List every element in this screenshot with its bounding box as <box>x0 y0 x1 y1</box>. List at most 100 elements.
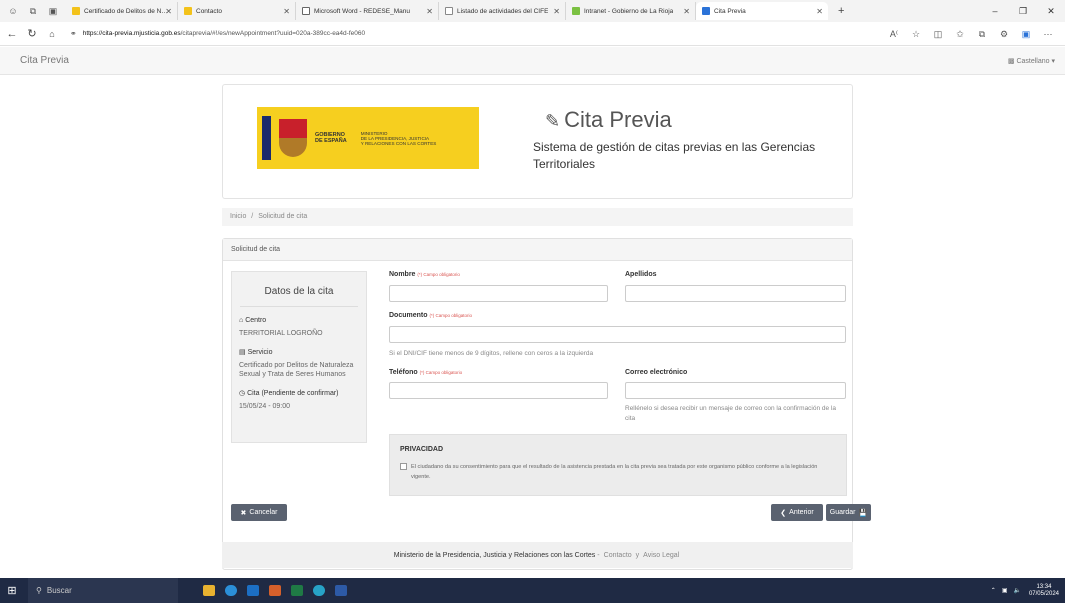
browser-tab-bar: ☺ ⧉ ▣ Certificado de Delitos de Naturale… <box>0 0 1065 22</box>
tab-close-icon[interactable]: ✕ <box>683 7 690 16</box>
clock[interactable]: 13:34 07/05/2024 <box>1029 584 1059 598</box>
apellidos-label: Apellidos <box>625 271 657 278</box>
save-icon: 💾 <box>858 509 868 517</box>
read-aloud-icon[interactable]: A⁽ <box>883 29 905 40</box>
page-content: GOBIERNO DE ESPAÑA MINISTERIO DE LA PRES… <box>0 75 1065 578</box>
nombre-input[interactable] <box>389 285 608 302</box>
contact-link[interactable]: Contacto <box>604 552 632 559</box>
windows-start-icon[interactable]: ⊞ <box>0 578 24 603</box>
volume-icon[interactable]: 🔈 <box>1013 587 1020 594</box>
split-screen-icon[interactable]: ◫ <box>927 29 949 40</box>
tray-chevron-icon[interactable]: ⌃ <box>991 587 996 594</box>
tab-favicon <box>302 7 310 15</box>
extensions-icon[interactable]: ⚙ <box>993 29 1015 40</box>
favorite-star-icon[interactable]: ☆ <box>905 29 927 40</box>
tab-close-icon[interactable]: ✕ <box>283 7 290 16</box>
edge-icon[interactable] <box>308 578 330 603</box>
correo-input[interactable] <box>625 382 846 399</box>
back-icon[interactable]: ← <box>4 28 20 40</box>
taskbar: ⊞ ⚲ Buscar ⌃ ▣ 🔈 13:34 07/05/2024 <box>0 578 1065 603</box>
system-tray: ⌃ ▣ 🔈 13:34 07/05/2024 <box>991 578 1059 603</box>
save-button[interactable]: Guardar 💾 <box>826 504 871 521</box>
tab-listado[interactable]: Listado de actividades del CIFE ✕ <box>439 2 566 20</box>
breadcrumb-current: Solicitud de cita <box>258 213 308 220</box>
browser-toolbar-icons: A⁽ ☆ ◫ ✩ ⧉ ⚙ ▣ ⋯ <box>883 22 1059 46</box>
tab-word[interactable]: Microsoft Word - REDESE_Manu ✕ <box>296 2 439 20</box>
privacy-text: El ciudadano da su consentimiento para q… <box>411 464 818 480</box>
correo-help: Rellénelo si desea recibir un mensaje de… <box>625 405 837 422</box>
maximize-icon[interactable]: ❐ <box>1009 6 1037 17</box>
privacy-checkbox[interactable] <box>400 463 407 470</box>
site-navbar: Cita Previa ▩ Castellano ▾ <box>0 47 1065 75</box>
excel-icon[interactable] <box>286 578 308 603</box>
more-icon[interactable]: ⋯ <box>1037 29 1059 40</box>
taskbar-apps <box>198 578 352 603</box>
cancel-button[interactable]: ✖ Cancelar <box>231 504 287 521</box>
tab-favicon <box>572 7 580 15</box>
tab-cita-previa[interactable]: Cita Previa ✕ <box>696 2 828 20</box>
edit-icon: ✎ <box>545 111 561 131</box>
flag-icon: ▩ <box>1007 57 1015 65</box>
tab-certificado[interactable]: Certificado de Delitos de Naturaleza ✕ <box>66 2 178 20</box>
tab-close-icon[interactable]: ✕ <box>426 7 433 16</box>
tab-close-icon[interactable]: ✕ <box>553 7 560 16</box>
tab-favicon <box>72 7 80 15</box>
previous-button[interactable]: ❮ Anterior <box>771 504 823 521</box>
tab-favicon <box>184 7 192 15</box>
favorites-icon[interactable]: ✩ <box>949 29 971 40</box>
tab-close-icon[interactable]: ✕ <box>165 7 172 16</box>
network-icon[interactable]: ▣ <box>1002 587 1008 594</box>
window-controls: – ❐ ✕ <box>981 0 1065 22</box>
telefono-input[interactable] <box>389 382 608 399</box>
minimize-icon[interactable]: – <box>981 6 1009 16</box>
file-explorer-icon[interactable] <box>198 578 220 603</box>
tab-intranet[interactable]: Intranet - Gobierno de La Rioja ✕ <box>566 2 696 20</box>
breadcrumb: Inicio / Solicitud de cita <box>222 208 853 226</box>
appointment-panel: Solicitud de cita Datos de la cita ⌂ Cen… <box>222 238 871 570</box>
app-icon[interactable] <box>264 578 286 603</box>
collections-icon[interactable]: ⧉ <box>971 29 993 40</box>
documento-input[interactable] <box>389 326 846 343</box>
cita-value: 15/05/24 - 09:00 <box>239 403 290 410</box>
tab-actions-icon[interactable]: ▣ <box>46 4 60 18</box>
lock-icon: ⚭ <box>70 29 77 38</box>
clock-icon: ◷ <box>239 390 246 397</box>
breadcrumb-home[interactable]: Inicio <box>230 213 246 220</box>
panel-title: Solicitud de cita <box>223 239 852 261</box>
coat-of-arms-icon <box>279 119 307 157</box>
page-header: GOBIERNO DE ESPAÑA MINISTERIO DE LA PRES… <box>222 84 853 199</box>
workspaces-icon[interactable]: ⧉ <box>26 4 40 18</box>
page-subtitle: Sistema de gestión de citas previas en l… <box>533 140 816 171</box>
apellidos-input[interactable] <box>625 285 846 302</box>
taskbar-search[interactable]: ⚲ Buscar <box>28 578 178 603</box>
site-brand[interactable]: Cita Previa <box>20 55 69 66</box>
telefono-label: Teléfono (*) Campo obligatorio <box>389 369 463 376</box>
close-window-icon[interactable]: ✕ <box>1037 6 1065 17</box>
tab-close-icon[interactable]: ✕ <box>816 7 823 16</box>
address-bar: ← ↻ ⌂ ⚭ https://cita-previa.mjusticia.go… <box>0 22 1065 46</box>
page-title: ✎ Cita Previa <box>545 107 672 132</box>
search-icon: ⚲ <box>36 586 42 595</box>
privacy-box: PRIVACIDAD El ciudadano da su consentimi… <box>389 434 847 496</box>
servicio-value: Certificado por Delitos de Naturaleza Se… <box>239 362 354 378</box>
home-icon[interactable]: ⌂ <box>44 29 60 39</box>
page-footer: Ministerio de la Presidencia, Justicia y… <box>222 542 853 568</box>
tab-favicon <box>702 7 710 15</box>
language-selector[interactable]: ▩ Castellano ▾ <box>1008 57 1055 65</box>
new-tab-icon[interactable]: + <box>838 5 844 17</box>
centro-value: TERRITORIAL LOGROÑO <box>239 330 323 337</box>
outlook-icon[interactable] <box>242 578 264 603</box>
word-icon[interactable] <box>330 578 352 603</box>
tab-favicon <box>445 7 453 15</box>
arrow-left-circle-icon: ❮ <box>780 509 787 517</box>
tab-contacto[interactable]: Contacto ✕ <box>178 2 296 20</box>
legal-link[interactable]: Aviso Legal <box>643 552 679 559</box>
profile-icon[interactable]: ☺ <box>6 4 20 18</box>
refresh-icon[interactable]: ↻ <box>24 27 40 40</box>
internet-explorer-icon[interactable] <box>220 578 242 603</box>
url-field[interactable]: ⚭ https://cita-previa.mjusticia.gob.es/c… <box>70 29 365 38</box>
copilot-icon[interactable]: ▣ <box>1015 29 1037 40</box>
privacy-title: PRIVACIDAD <box>400 446 444 453</box>
summary-title: Datos de la cita <box>240 272 358 307</box>
correo-label: Correo electrónico <box>625 369 688 376</box>
